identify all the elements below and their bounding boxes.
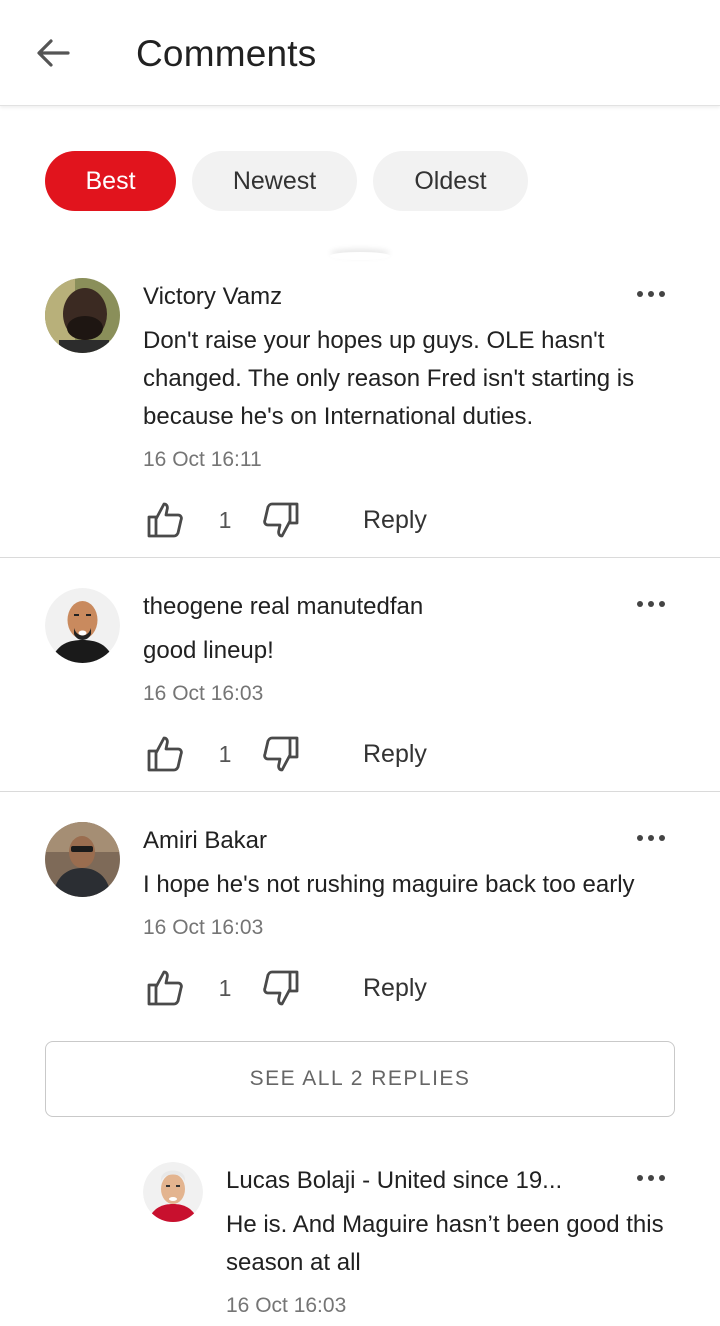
comment-actions: 1 Reply xyxy=(143,498,427,542)
comment-author[interactable]: theogene real manutedfan xyxy=(143,592,423,622)
reply-timestamp: 16 Oct 16:03 xyxy=(226,1294,347,1317)
comment-timestamp: 16 Oct 16:11 xyxy=(143,448,262,471)
tab-best[interactable]: Best xyxy=(45,151,176,211)
comment-actions: 1 Reply xyxy=(143,966,427,1010)
like-count: 1 xyxy=(218,740,232,767)
dislike-button[interactable] xyxy=(259,732,303,776)
see-all-replies-button[interactable]: SEE ALL 2 REPLIES xyxy=(45,1041,675,1117)
dislike-button[interactable] xyxy=(259,498,303,542)
comment-text: good lineup! xyxy=(143,637,274,664)
reply-button[interactable]: Reply xyxy=(363,506,427,535)
tab-oldest[interactable]: Oldest xyxy=(373,151,528,211)
more-options-icon xyxy=(637,601,643,607)
back-button[interactable] xyxy=(30,30,76,76)
like-button[interactable] xyxy=(143,498,187,542)
back-arrow-icon xyxy=(37,39,70,67)
avatar[interactable] xyxy=(45,588,120,663)
thumbs-up-icon xyxy=(147,502,183,538)
avatar[interactable] xyxy=(45,278,120,353)
more-options-icon xyxy=(637,835,643,841)
reply-button[interactable]: Reply xyxy=(363,740,427,769)
avatar[interactable] xyxy=(143,1162,203,1222)
more-options-button[interactable] xyxy=(631,1168,671,1188)
comment-timestamp: 16 Oct 16:03 xyxy=(143,682,264,705)
more-options-button[interactable] xyxy=(631,594,671,614)
more-options-button[interactable] xyxy=(631,828,671,848)
comment-actions: 1 Reply xyxy=(143,732,427,776)
scroll-shadow xyxy=(330,252,390,260)
dislike-button[interactable] xyxy=(259,966,303,1010)
page-title: Comments xyxy=(136,33,317,74)
avatar[interactable] xyxy=(45,822,120,897)
divider xyxy=(0,791,720,792)
like-button[interactable] xyxy=(143,966,187,1010)
thumbs-down-icon xyxy=(263,736,299,772)
divider xyxy=(0,557,720,558)
comment-text: I hope he's not rushing maguire back too… xyxy=(143,871,635,898)
thumbs-up-icon xyxy=(147,736,183,772)
like-count: 1 xyxy=(218,506,232,533)
thumbs-up-icon xyxy=(147,970,183,1006)
like-count: 1 xyxy=(218,974,232,1001)
reply-author[interactable]: Lucas Bolaji - United since 19... xyxy=(226,1166,562,1196)
more-options-button[interactable] xyxy=(631,284,671,304)
reply-button[interactable]: Reply xyxy=(363,974,427,1003)
reply-text: He is. And Maguire hasn’t been good this… xyxy=(226,1211,664,1276)
like-button[interactable] xyxy=(143,732,187,776)
comment-author[interactable]: Amiri Bakar xyxy=(143,826,267,856)
more-options-icon xyxy=(637,1175,643,1181)
thumbs-down-icon xyxy=(263,502,299,538)
comment-author[interactable]: Victory Vamz xyxy=(143,282,282,312)
comment-text: Don't raise your hopes up guys. OLE hasn… xyxy=(143,327,635,430)
more-options-icon xyxy=(637,291,643,297)
thumbs-down-icon xyxy=(263,970,299,1006)
sort-tabs: Best Newest Oldest xyxy=(45,151,528,211)
comment-timestamp: 16 Oct 16:03 xyxy=(143,916,264,939)
tab-newest[interactable]: Newest xyxy=(192,151,357,211)
app-header: Comments xyxy=(0,0,720,106)
